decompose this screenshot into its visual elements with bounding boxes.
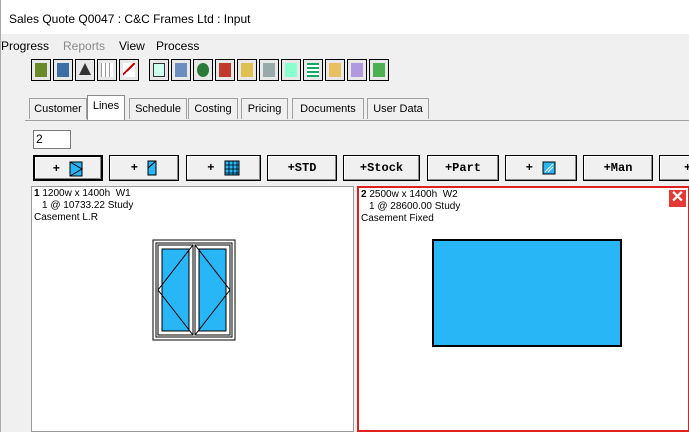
door-icon <box>147 160 157 176</box>
folder-icon[interactable] <box>325 59 345 81</box>
line-2-style: Casement Fixed <box>361 213 434 224</box>
tab-lines[interactable]: Lines <box>87 95 125 120</box>
grid-icon[interactable] <box>97 59 117 81</box>
menu-view[interactable]: View <box>119 39 145 53</box>
tab-schedule[interactable]: Schedule <box>129 98 187 119</box>
add-grid-label: + <box>207 161 215 175</box>
tab-pricing[interactable]: Pricing <box>241 98 288 119</box>
line-1-style: Casement L.R <box>34 212 98 223</box>
line-2-header: 2 2500w x 1400h W2 <box>361 189 458 200</box>
house-icon[interactable] <box>215 59 235 81</box>
doc-window-icon[interactable] <box>171 59 191 81</box>
line-1-header: 1 1200w x 1400h W1 <box>34 188 131 199</box>
add-more-button[interactable]: + <box>659 155 689 181</box>
list-icon[interactable] <box>303 59 323 81</box>
chart-icon[interactable] <box>119 59 139 81</box>
add-grid-window-button[interactable]: + <box>186 155 261 181</box>
add-door-button[interactable]: + <box>109 155 179 181</box>
casement-lr-drawing <box>152 239 236 341</box>
globe-icon[interactable] <box>193 59 213 81</box>
line-1-size: 1200w x 1400h W1 <box>39 188 131 199</box>
window-icon[interactable] <box>149 59 169 81</box>
tab-user-data[interactable]: User Data <box>367 98 429 119</box>
pane-icon[interactable] <box>281 59 301 81</box>
up-arrow-icon[interactable] <box>75 59 95 81</box>
tab-panel-border <box>25 120 689 121</box>
chart-doc-icon[interactable] <box>259 59 279 81</box>
line-2-size: 2500w x 1400h W2 <box>366 189 458 200</box>
glass-icon <box>542 161 556 175</box>
add-casement-label: + <box>52 162 60 176</box>
casement-fixed-drawing <box>432 239 622 347</box>
add-std-button[interactable]: +STD <box>267 155 337 181</box>
doc-icon[interactable] <box>53 59 73 81</box>
casement-icon <box>69 161 84 177</box>
close-icon[interactable]: ✕ <box>669 190 686 207</box>
line-2-qty-price: 1 @ 28600.00 Study <box>369 201 461 212</box>
tab-costing[interactable]: Costing <box>188 98 238 119</box>
add-door-label: + <box>130 161 138 175</box>
grid-window-icon <box>224 160 240 176</box>
report-icon[interactable] <box>347 59 367 81</box>
add-stock-button[interactable]: +Stock <box>343 155 420 181</box>
add-glass-button[interactable]: + <box>505 155 577 181</box>
check-doc-icon[interactable] <box>369 59 389 81</box>
add-man-button[interactable]: +Man <box>583 155 653 181</box>
add-part-button[interactable]: +Part <box>427 155 499 181</box>
line-item-1[interactable]: 1 1200w x 1400h W1 1 @ 10733.22 Study Ca… <box>31 186 354 432</box>
menu-reports[interactable]: Reports <box>63 39 105 53</box>
menu-process[interactable]: Process <box>156 39 199 53</box>
line-1-qty-price: 1 @ 10733.22 Study <box>42 200 134 211</box>
picture-icon[interactable] <box>237 59 257 81</box>
title-bar: Sales Quote Q0047 : C&C Frames Ltd : Inp… <box>1 0 689 34</box>
add-casement-button[interactable]: + <box>33 155 103 181</box>
save-icon[interactable] <box>31 59 51 81</box>
add-glass-label: + <box>525 161 533 175</box>
tab-customer[interactable]: Customer <box>29 98 87 119</box>
tab-documents[interactable]: Documents <box>292 98 364 119</box>
app-window: Sales Quote Q0047 : C&C Frames Ltd : Inp… <box>0 0 689 432</box>
menu-progress[interactable]: Progress <box>1 39 49 53</box>
line-item-2[interactable]: 2 2500w x 1400h W2 1 @ 28600.00 Study Ca… <box>357 186 689 432</box>
window-title: Sales Quote Q0047 : C&C Frames Ltd : Inp… <box>9 12 251 26</box>
menu-bar: Progress Reports View Process <box>1 36 689 56</box>
line-number-input[interactable]: 2 <box>33 130 71 149</box>
